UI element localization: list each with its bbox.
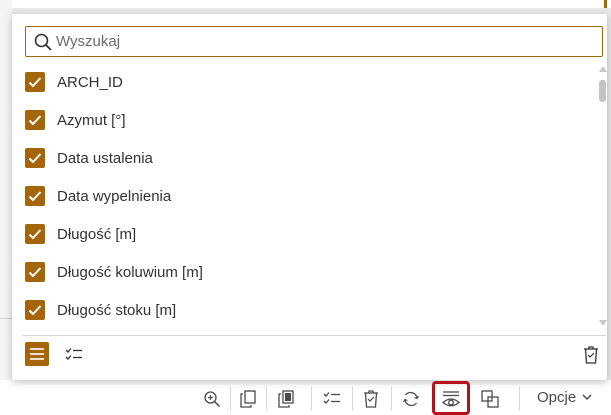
toolbar-separator <box>519 387 520 411</box>
field-label: Długość [m] <box>57 225 137 243</box>
show-selected-fields-button[interactable] <box>63 344 85 366</box>
zoom-in-icon <box>204 391 221 408</box>
toolbar-separator <box>266 387 267 411</box>
search-icon <box>34 33 52 51</box>
field-item-arch-id[interactable]: ARCH_ID <box>12 63 596 101</box>
chevron-down-icon <box>582 394 592 400</box>
duplicate-button[interactable] <box>476 386 504 412</box>
field-label: Data ustalenia <box>57 149 153 167</box>
checkmark-icon <box>28 191 42 202</box>
copy-button[interactable] <box>234 386 262 412</box>
show-hide-fields-highlight <box>432 381 470 415</box>
refresh-button[interactable] <box>397 386 425 412</box>
search-box[interactable] <box>25 26 603 57</box>
clear-selection-button[interactable] <box>580 344 602 366</box>
field-item-data-wypelnienia[interactable]: Data wypelnienia <box>12 177 596 215</box>
list-scrollbar[interactable] <box>597 66 607 326</box>
scroll-up-arrow-icon[interactable] <box>599 66 607 72</box>
field-label: Data wypelnienia <box>57 187 172 205</box>
background-accent-mark <box>604 0 607 8</box>
field-checkbox[interactable] <box>25 110 45 130</box>
toolbar-separator <box>352 387 353 411</box>
field-label: ARCH_ID <box>57 73 123 91</box>
background-top-strip <box>0 0 611 8</box>
checkmark-icon <box>28 77 42 88</box>
zoom-to-selection-button[interactable] <box>198 386 226 412</box>
checkmark-icon <box>28 153 42 164</box>
trash-icon <box>364 390 378 408</box>
field-checkbox[interactable] <box>25 224 45 244</box>
popup-footer-divider <box>22 335 606 336</box>
list-icon <box>30 348 44 360</box>
toolbar-separator <box>230 387 231 411</box>
scroll-down-arrow-icon[interactable] <box>599 320 607 326</box>
field-item-data-ustalenia[interactable]: Data ustalenia <box>12 139 596 177</box>
toolbar-separator <box>391 387 392 411</box>
background-left-strip <box>0 0 12 415</box>
duplicate-icon <box>481 390 499 408</box>
copy-selected-icon <box>278 390 294 408</box>
show-hide-fields-popup: ARCH_ID Azymut [°] Data ustalenia Data w… <box>12 14 607 380</box>
check-list-icon <box>323 392 340 404</box>
field-list: ARCH_ID Azymut [°] Data ustalenia Data w… <box>12 63 596 333</box>
clear-selection-toolbar-button[interactable] <box>357 386 385 412</box>
checkmark-icon <box>28 305 42 316</box>
scrollbar-thumb[interactable] <box>599 80 606 102</box>
checkmark-icon <box>28 229 42 240</box>
background-divider <box>0 318 12 319</box>
field-checkbox[interactable] <box>25 300 45 320</box>
field-checkbox[interactable] <box>25 72 45 92</box>
field-item-dlugosc-koluwium[interactable]: Długość koluwium [m] <box>12 253 596 291</box>
field-checkbox[interactable] <box>25 148 45 168</box>
checkmark-icon <box>28 267 42 278</box>
search-input[interactable] <box>56 33 576 50</box>
refresh-icon <box>402 391 420 407</box>
toolbar-separator <box>311 387 312 411</box>
copy-selected-button[interactable] <box>272 386 300 412</box>
options-dropdown[interactable]: Opcje <box>537 389 592 406</box>
select-all-button[interactable] <box>318 386 346 412</box>
copy-icon <box>240 390 256 408</box>
field-checkbox[interactable] <box>25 186 45 206</box>
field-label: Długość koluwium [m] <box>57 263 203 281</box>
field-item-azymut[interactable]: Azymut [°] <box>12 101 596 139</box>
field-item-dlugosc-stoku[interactable]: Długość stoku [m] <box>12 291 596 329</box>
field-item-dlugosc[interactable]: Długość [m] <box>12 215 596 253</box>
field-checkbox[interactable] <box>25 262 45 282</box>
checkmark-icon <box>28 115 42 126</box>
field-label: Azymut [°] <box>57 111 126 129</box>
check-list-icon <box>65 348 82 360</box>
trash-icon <box>584 346 598 364</box>
options-label: Opcje <box>537 389 577 406</box>
show-all-fields-button[interactable] <box>25 342 49 366</box>
field-label: Długość stoku [m] <box>57 301 177 319</box>
